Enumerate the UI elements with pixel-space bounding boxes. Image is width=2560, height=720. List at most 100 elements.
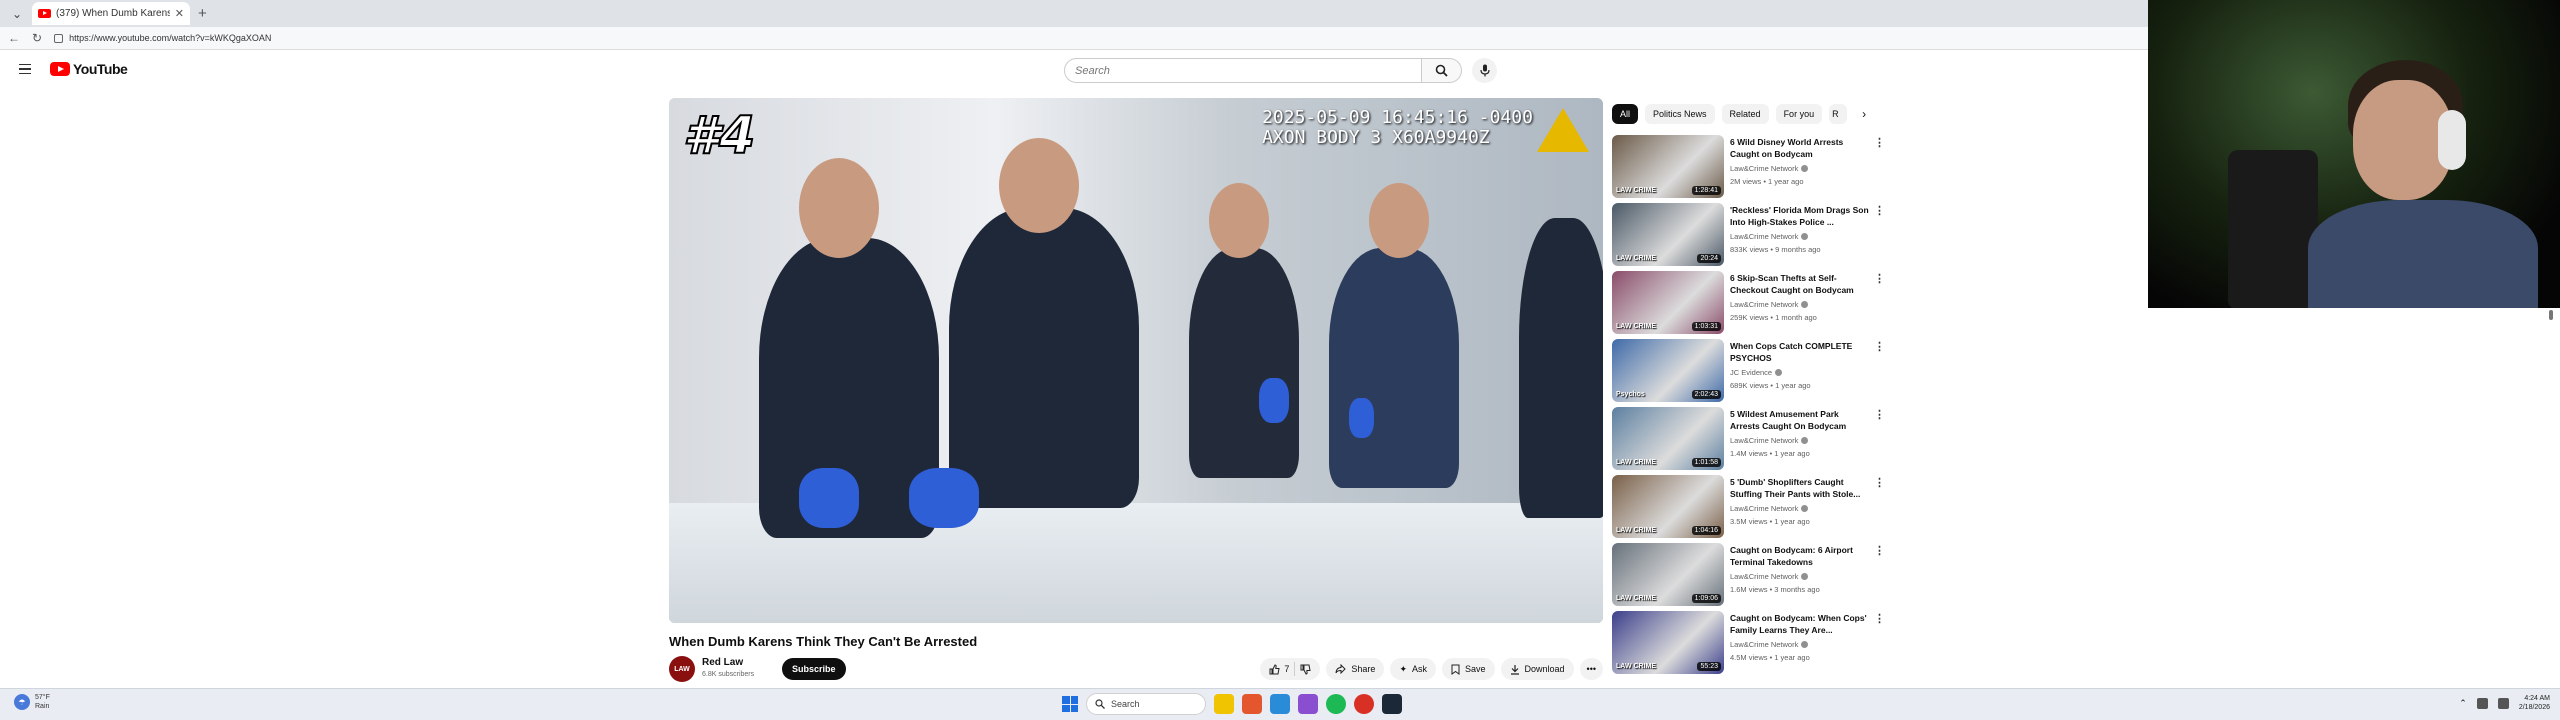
recommendation-item[interactable]: Psychos 2:02:43 When Cops Catch COMPLETE P… (1612, 338, 1885, 406)
recommendation-title[interactable]: 5 Wildest Amusement Park Arrests Caught … (1730, 408, 1870, 432)
recommendation-thumbnail[interactable]: LAW CRIME 1:03:31 (1612, 271, 1724, 334)
recommendation-item[interactable]: LAW CRIME 1:01:58 5 Wildest Amusement Park… (1612, 406, 1885, 474)
more-actions-button[interactable]: ••• (1579, 658, 1603, 680)
channel-subscriber-count: 6.8K subscribers (702, 671, 755, 678)
weather-widget[interactable]: ☂ 57°F Rain (14, 693, 50, 711)
recommendation-title[interactable]: Caught on Bodycam: 6 Airport Terminal Ta… (1730, 544, 1870, 568)
clock[interactable]: 4:24 AM 2/18/2026 (2519, 694, 2550, 712)
recommendation-thumbnail[interactable]: LAW CRIME 1:04:16 (1612, 475, 1724, 538)
menu-hamburger-icon[interactable] (19, 64, 31, 74)
chip-related[interactable]: Related (1721, 104, 1769, 124)
more-vertical-icon[interactable]: ⋮ (1874, 408, 1885, 421)
recommendation-title[interactable]: 'Reckless' Florida Mom Drags Son Into Hi… (1730, 204, 1870, 228)
recommendation-channel[interactable]: JC Evidence (1730, 368, 1783, 377)
more-vertical-icon[interactable]: ⋮ (1874, 544, 1885, 557)
subscribe-button[interactable]: Subscribe (782, 658, 846, 680)
recommendation-thumbnail[interactable]: LAW CRIME 1:09:06 (1612, 543, 1724, 606)
recommendation-channel[interactable]: Law&Crime Network (1730, 504, 1809, 513)
voice-search-button[interactable] (1472, 58, 1497, 83)
edge-browser-icon[interactable] (1270, 694, 1290, 714)
windows-start-icon[interactable] (1062, 696, 1078, 712)
scrollbar-thumb[interactable] (2549, 310, 2553, 320)
search-button[interactable] (1422, 58, 1462, 83)
recommendation-channel[interactable]: Law&Crime Network (1730, 572, 1809, 581)
chips-next-chevron-icon[interactable]: › (1854, 104, 1874, 124)
recommendation-item[interactable]: LAW CRIME 1:09:06 Caught on Bodycam: 6 Air… (1612, 542, 1885, 610)
recommendation-title[interactable]: Caught on Bodycam: When Cops' Family Lea… (1730, 612, 1870, 636)
recommendation-title[interactable]: 5 'Dumb' Shoplifters Caught Stuffing The… (1730, 476, 1870, 500)
recommendation-item[interactable]: LAW CRIME 20:24 'Reckless' Florida Mom Dra… (1612, 202, 1885, 270)
app-icon-2[interactable] (1298, 694, 1318, 714)
more-vertical-icon[interactable]: ⋮ (1874, 272, 1885, 285)
back-arrow-icon[interactable]: ← (8, 31, 20, 45)
video-glove (799, 468, 859, 528)
site-info-icon[interactable] (54, 33, 64, 43)
recommendation-channel[interactable]: Law&Crime Network (1730, 436, 1809, 445)
more-vertical-icon[interactable]: ⋮ (1874, 136, 1885, 149)
ask-button[interactable]: ✦ Ask (1390, 658, 1436, 680)
verified-check-icon (1801, 573, 1809, 580)
recommendation-channel[interactable]: Law&Crime Network (1730, 640, 1809, 649)
recommendation-thumbnail[interactable]: LAW CRIME 1:01:58 (1612, 407, 1724, 470)
recommendation-item[interactable]: LAW CRIME 1:28:41 6 Wild Disney World Arre… (1612, 134, 1885, 202)
sparkle-icon: ✦ (1399, 663, 1407, 674)
recommendation-channel-name: Law&Crime Network (1730, 300, 1799, 309)
browser-tab-active[interactable]: (379) When Dumb Karens Thi... ✕ (32, 2, 190, 25)
app-icon-3[interactable] (1354, 694, 1374, 714)
recommendation-thumbnail[interactable]: LAW CRIME 55:23 (1612, 611, 1724, 674)
chip-all[interactable]: All (1612, 104, 1639, 124)
recommendation-channel[interactable]: Law&Crime Network (1730, 232, 1809, 241)
volume-icon[interactable] (2497, 697, 2509, 709)
recommendation-title[interactable]: 6 Wild Disney World Arrests Caught on Bo… (1730, 136, 1870, 160)
recommendation-item[interactable]: LAW CRIME 1:04:16 5 'Dumb' Shoplifters Cau… (1612, 474, 1885, 542)
recommendation-thumbnail[interactable]: LAW CRIME 20:24 (1612, 203, 1724, 266)
reload-icon[interactable]: ↻ (32, 31, 42, 45)
app-icon-1[interactable] (1242, 694, 1262, 714)
recommendation-thumbnail[interactable]: LAW CRIME 1:28:41 (1612, 135, 1724, 198)
more-horizontal-icon: ••• (1586, 664, 1596, 674)
search-input[interactable] (1064, 58, 1422, 83)
save-button[interactable]: Save (1442, 658, 1495, 680)
dislike-button[interactable] (1300, 664, 1312, 675)
tray-overflow-chevron-icon[interactable]: ⌃ (2459, 698, 2467, 709)
video-player[interactable]: #4 2025-05-09 16:45:16 -0400 AXON BODY 3… (669, 98, 1603, 623)
recommendation-item[interactable]: LAW CRIME 1:03:31 6 Skip-Scan Thefts at Se… (1612, 270, 1885, 338)
more-vertical-icon[interactable]: ⋮ (1874, 476, 1885, 489)
chip-for-you[interactable]: For you (1775, 104, 1823, 124)
recommendation-thumbnail[interactable]: Psychos 2:02:43 (1612, 339, 1724, 402)
axon-triangle-logo-icon (1537, 108, 1589, 152)
network-icon[interactable] (2476, 697, 2488, 709)
save-playlist-icon (1451, 664, 1460, 675)
page-scrollbar[interactable] (2548, 310, 2554, 680)
more-vertical-icon[interactable]: ⋮ (1874, 340, 1885, 353)
more-vertical-icon[interactable]: ⋮ (1874, 612, 1885, 625)
url-field[interactable]: https://www.youtube.com/watch?v=kWKQgaXO… (54, 30, 2138, 47)
taskbar-search[interactable]: Search (1086, 693, 1206, 715)
new-tab-plus-icon[interactable]: + (198, 5, 207, 22)
download-button[interactable]: Download (1500, 658, 1574, 680)
file-explorer-icon[interactable] (1214, 694, 1234, 714)
search-icon (1435, 64, 1448, 77)
spotify-icon[interactable] (1326, 694, 1346, 714)
video-figure-head (999, 138, 1079, 233)
channel-avatar[interactable]: LAW (669, 656, 695, 682)
recommendation-title[interactable]: 6 Skip-Scan Thefts at Self-Checkout Caug… (1730, 272, 1870, 296)
like-dislike-group: 7 (1260, 658, 1321, 680)
chip-truncated[interactable]: R (1829, 104, 1848, 124)
tab-list-chevron-icon[interactable]: ⌄ (6, 3, 28, 25)
thumbs-up-icon (1269, 663, 1280, 674)
steam-icon[interactable] (1382, 694, 1402, 714)
tab-close-icon[interactable]: ✕ (175, 7, 184, 20)
youtube-logo[interactable]: YouTube (50, 61, 128, 77)
share-button[interactable]: Share (1326, 658, 1385, 680)
recommendation-channel[interactable]: Law&Crime Network (1730, 164, 1809, 173)
recommendation-item[interactable]: LAW CRIME 55:23 Caught on Bodycam: When Co… (1612, 610, 1885, 678)
rank-overlay-text: #4 (682, 105, 756, 167)
recommendation-title[interactable]: When Cops Catch COMPLETE PSYCHOS (1730, 340, 1870, 364)
like-button[interactable]: 7 (1269, 663, 1289, 675)
microphone-icon (1479, 64, 1490, 77)
chip-politics-news[interactable]: Politics News (1645, 104, 1715, 124)
recommendation-channel[interactable]: Law&Crime Network (1730, 300, 1809, 309)
more-vertical-icon[interactable]: ⋮ (1874, 204, 1885, 217)
channel-name[interactable]: Red Law (702, 657, 743, 668)
